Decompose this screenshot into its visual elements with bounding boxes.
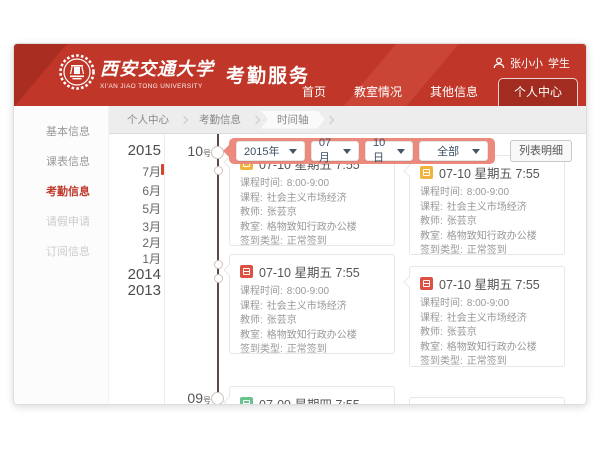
attendance-card[interactable]: 07-10 星期五 7:55 课程时间:8:00-9:00 课程:社会主义市场经…	[409, 155, 565, 255]
timeline-year-2014[interactable]: 2014	[109, 266, 161, 283]
university-logo-icon	[58, 53, 96, 91]
breadcrumb-personal-center[interactable]: 个人中心	[117, 111, 179, 129]
sign-in-type: 正常签到	[467, 356, 507, 367]
timeline-node-small	[214, 166, 223, 175]
attendance-card[interactable]: 07-10 星期五 7:55 课程时间:8:00-9:00 课程:社会主义市场经…	[409, 266, 565, 367]
university-name-block: 西安交通大学 XI'AN JIAO TONG UNIVERSITY	[100, 55, 214, 90]
user-icon	[493, 57, 505, 69]
timeline-year-2013[interactable]: 2013	[109, 282, 161, 299]
attendance-card[interactable]	[409, 397, 565, 405]
type-select[interactable]: 全部	[419, 141, 488, 161]
course-time: 8:00-9:00	[467, 298, 509, 309]
sidebar-item-basic-info[interactable]: 基本信息	[46, 123, 90, 139]
user-role: 学生	[548, 55, 570, 71]
classroom: 格物致知行政办公楼	[447, 342, 537, 353]
sidebar: 基本信息 课表信息 考勤信息 请假申请 订阅信息	[14, 106, 109, 405]
sign-in-type: 正常签到	[287, 344, 327, 355]
check-in-status-icon	[240, 397, 253, 405]
course-time: 8:00-9:00	[287, 178, 329, 189]
nav-home[interactable]: 首页	[288, 79, 340, 106]
course-name: 社会主义市场经济	[267, 193, 347, 204]
attendance-card[interactable]: 07-10 星期五 7:55 课程时间:8:00-9:00 课程:社会主义市场经…	[229, 254, 395, 354]
teacher-name: 张芸京	[267, 207, 297, 218]
chevron-right-icon	[180, 115, 188, 123]
teacher-name: 张芸京	[267, 315, 297, 326]
year-select[interactable]: 2015年	[236, 141, 305, 161]
chevron-right-icon	[325, 115, 333, 123]
timeline-month-jun[interactable]: 6月	[109, 182, 161, 199]
day-select[interactable]: 10日	[365, 141, 413, 161]
timeline-node-small	[214, 274, 223, 283]
chevron-down-icon	[289, 149, 297, 154]
classroom: 格物致知行政办公楼	[267, 330, 357, 341]
course-time: 8:00-9:00	[287, 286, 329, 297]
attendance-card[interactable]: 07-09 星期四 7:55	[229, 386, 395, 405]
breadcrumb-attendance-info[interactable]: 考勤信息	[189, 111, 251, 129]
breadcrumb: 个人中心 考勤信息 时间轴	[109, 106, 586, 134]
list-detail-button[interactable]: 列表明细	[510, 140, 572, 162]
check-in-status-icon	[420, 277, 433, 290]
timeline-node-small	[214, 260, 223, 269]
chevron-down-icon	[397, 149, 405, 154]
filter-bar: 2015年 07月 10日 全部	[229, 138, 495, 164]
teacher-name: 张芸京	[447, 327, 477, 338]
sign-in-type: 正常签到	[287, 236, 327, 247]
course-name: 社会主义市场经济	[267, 301, 347, 312]
card-date-title: 07-10 星期五 7:55	[439, 163, 540, 182]
check-in-status-icon	[240, 265, 253, 278]
user-name: 张小小	[510, 55, 543, 71]
sign-in-type: 正常签到	[467, 245, 507, 256]
timeline-month-jul[interactable]: 7月	[109, 163, 161, 180]
nav-classrooms[interactable]: 教室情况	[340, 79, 416, 106]
sidebar-item-schedule-info[interactable]: 课表信息	[46, 153, 90, 169]
university-name-en: XI'AN JIAO TONG UNIVERSITY	[100, 83, 214, 90]
check-in-status-icon	[420, 166, 433, 179]
nav-other-info[interactable]: 其他信息	[416, 79, 492, 106]
chevron-down-icon	[472, 149, 480, 154]
card-date-title: 07-10 星期五 7:55	[259, 262, 360, 281]
classroom: 格物致知行政办公楼	[447, 231, 537, 242]
sidebar-item-subscription-info[interactable]: 订阅信息	[46, 243, 90, 259]
breadcrumb-timeline[interactable]: 时间轴	[261, 111, 325, 129]
timeline-month-feb[interactable]: 2月	[109, 234, 161, 251]
chevron-right-icon	[252, 115, 260, 123]
nav-personal-center-active-tab[interactable]: 个人中心	[498, 78, 578, 106]
classroom: 格物致知行政办公楼	[267, 222, 357, 233]
main-body: 基本信息 课表信息 考勤信息 请假申请 订阅信息 个人中心 考勤信息 时间轴 2…	[14, 106, 586, 405]
app-window: 西安交通大学 XI'AN JIAO TONG UNIVERSITY 考勤服务 张…	[13, 43, 587, 405]
course-time: 8:00-9:00	[467, 187, 509, 198]
chevron-down-icon	[343, 149, 351, 154]
timeline-month-jan[interactable]: 1月	[109, 250, 161, 267]
timeline-node-large	[211, 392, 224, 405]
card-date-title: 07-09 星期四 7:55	[259, 394, 360, 405]
timeline-month-may[interactable]: 5月	[109, 200, 161, 217]
course-name: 社会主义市场经济	[447, 313, 527, 324]
main-nav: 首页 教室情况 其他信息 个人中心	[288, 78, 578, 106]
card-date-title: 07-10 星期五 7:55	[439, 274, 540, 293]
month-select[interactable]: 07月	[311, 141, 359, 161]
sidebar-item-leave-request[interactable]: 请假申请	[46, 213, 90, 229]
timeline-day-10[interactable]: 10号	[169, 143, 211, 161]
timeline-year-2015[interactable]: 2015	[109, 142, 161, 159]
timeline-month-mar[interactable]: 3月	[109, 218, 161, 235]
university-name-cn: 西安交通大学	[100, 55, 214, 81]
teacher-name: 张芸京	[447, 216, 477, 227]
sidebar-item-attendance-info[interactable]: 考勤信息	[46, 183, 90, 199]
timeline-day-09[interactable]: 09号	[169, 390, 211, 405]
course-name: 社会主义市场经济	[447, 202, 527, 213]
app-header: 西安交通大学 XI'AN JIAO TONG UNIVERSITY 考勤服务 张…	[14, 44, 586, 106]
month-nav-divider	[164, 134, 165, 405]
user-info[interactable]: 张小小 学生	[493, 55, 570, 71]
